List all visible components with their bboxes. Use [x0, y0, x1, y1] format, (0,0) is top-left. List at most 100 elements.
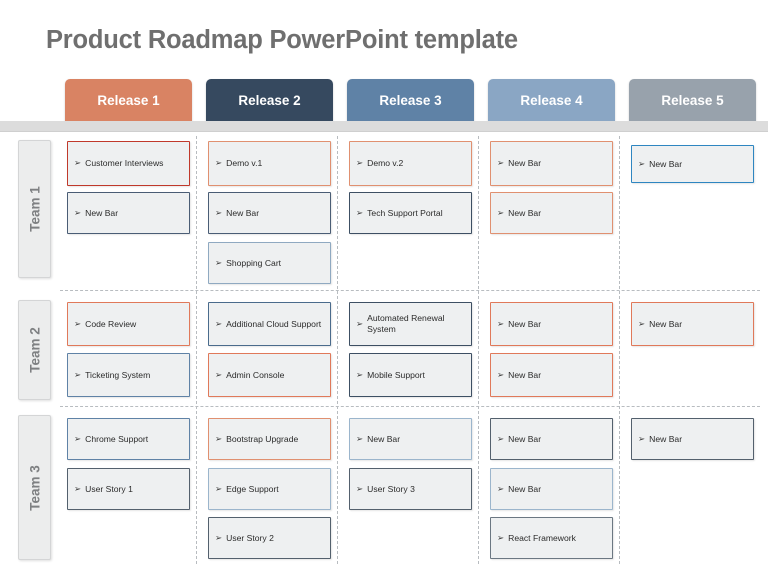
- task-bar-label: New Bar: [508, 369, 542, 380]
- arrow-bullet-icon: ➢: [356, 369, 364, 380]
- team-label-3: Team 3: [18, 415, 51, 560]
- task-bar[interactable]: ➢ User Story 2: [208, 517, 331, 559]
- team-label-text: Team 2: [27, 327, 42, 373]
- arrow-bullet-icon: ➢: [74, 483, 82, 494]
- column-separator-2: [337, 136, 338, 564]
- task-bar-label: Tech Support Portal: [367, 207, 443, 218]
- arrow-bullet-icon: ➢: [497, 207, 505, 218]
- task-bar[interactable]: ➢ Code Review: [67, 302, 190, 346]
- arrow-bullet-icon: ➢: [215, 318, 223, 329]
- task-bar[interactable]: ➢ New Bar: [490, 141, 613, 186]
- arrow-bullet-icon: ➢: [215, 157, 223, 168]
- arrow-bullet-icon: ➢: [215, 257, 223, 268]
- task-bar-label: New Bar: [649, 158, 683, 169]
- task-bar[interactable]: ➢ Tech Support Portal: [349, 192, 472, 234]
- arrow-bullet-icon: ➢: [215, 207, 223, 218]
- task-bar-label: Ticketing System: [85, 369, 151, 380]
- task-bar[interactable]: ➢ New Bar: [490, 353, 613, 397]
- arrow-bullet-icon: ➢: [497, 532, 505, 543]
- arrow-bullet-icon: ➢: [215, 532, 223, 543]
- roadmap-slide: Product Roadmap PowerPoint template Rele…: [0, 0, 768, 576]
- arrow-bullet-icon: ➢: [74, 318, 82, 329]
- arrow-bullet-icon: ➢: [356, 318, 364, 329]
- task-bar[interactable]: ➢ React Framework: [490, 517, 613, 559]
- task-bar[interactable]: ➢ New Bar: [631, 302, 754, 346]
- arrow-bullet-icon: ➢: [356, 433, 364, 444]
- task-bar-label: Edge Support: [226, 483, 279, 494]
- task-bar-label: Chrome Support: [85, 433, 149, 444]
- row-separator-1: [60, 290, 760, 291]
- team-label-1: Team 1: [18, 140, 51, 278]
- task-bar[interactable]: ➢ New Bar: [67, 192, 190, 234]
- team-label-text: Team 3: [27, 464, 42, 511]
- arrow-bullet-icon: ➢: [74, 207, 82, 218]
- task-bar[interactable]: ➢ Edge Support: [208, 468, 331, 510]
- arrow-bullet-icon: ➢: [638, 158, 646, 169]
- arrow-bullet-icon: ➢: [497, 157, 505, 168]
- task-bar[interactable]: ➢ New Bar: [631, 418, 754, 460]
- roadmap-grid: Team 1 Team 2 Team 3 ➢ Customer Interviews ➢ N…: [0, 0, 768, 576]
- task-bar[interactable]: ➢ Chrome Support: [67, 418, 190, 460]
- arrow-bullet-icon: ➢: [74, 157, 82, 168]
- arrow-bullet-icon: ➢: [638, 433, 646, 444]
- task-bar[interactable]: ➢ User Story 1: [67, 468, 190, 510]
- arrow-bullet-icon: ➢: [497, 433, 505, 444]
- task-bar[interactable]: ➢ Mobile Support: [349, 353, 472, 397]
- task-bar-label: Mobile Support: [367, 369, 425, 380]
- task-bar-label: Admin Console: [226, 369, 285, 380]
- task-bar[interactable]: ➢ User Story 3: [349, 468, 472, 510]
- task-bar[interactable]: ➢ Shopping Cart: [208, 242, 331, 284]
- task-bar[interactable]: ➢ New Bar: [490, 192, 613, 234]
- task-bar[interactable]: ➢ Additional Cloud Support: [208, 302, 331, 346]
- task-bar-label: User Story 3: [367, 483, 415, 494]
- arrow-bullet-icon: ➢: [497, 369, 505, 380]
- task-bar-label: New Bar: [649, 318, 683, 329]
- arrow-bullet-icon: ➢: [356, 483, 364, 494]
- task-bar-label: Additional Cloud Support: [226, 318, 322, 329]
- task-bar[interactable]: ➢ Bootstrap Upgrade: [208, 418, 331, 460]
- column-separator-3: [478, 136, 479, 564]
- task-bar-label: New Bar: [85, 207, 119, 218]
- task-bar[interactable]: ➢ Ticketing System: [67, 353, 190, 397]
- task-bar-label: New Bar: [508, 433, 542, 444]
- task-bar[interactable]: ➢ New Bar: [349, 418, 472, 460]
- arrow-bullet-icon: ➢: [497, 483, 505, 494]
- task-bar-label: Customer Interviews: [85, 158, 164, 169]
- task-bar-label: New Bar: [649, 433, 683, 444]
- arrow-bullet-icon: ➢: [215, 369, 223, 380]
- team-label-text: Team 1: [27, 186, 42, 232]
- arrow-bullet-icon: ➢: [74, 369, 82, 380]
- column-separator-1: [196, 136, 197, 564]
- arrow-bullet-icon: ➢: [497, 318, 505, 329]
- task-bar[interactable]: ➢ New Bar: [490, 468, 613, 510]
- task-bar-label: User Story 1: [85, 483, 133, 494]
- task-bar-label: Code Review: [85, 318, 137, 329]
- task-bar-label: New Bar: [226, 207, 260, 218]
- task-bar-label: Demo v.1: [226, 158, 263, 169]
- task-bar[interactable]: ➢ Admin Console: [208, 353, 331, 397]
- column-separator-4: [619, 136, 620, 564]
- task-bar[interactable]: ➢ Demo v.2: [349, 141, 472, 186]
- task-bar-label: Shopping Cart: [226, 257, 282, 268]
- task-bar-label: Automated Renewal System: [367, 313, 445, 334]
- arrow-bullet-icon: ➢: [356, 157, 364, 168]
- task-bar[interactable]: ➢ New Bar: [631, 145, 754, 183]
- task-bar[interactable]: ➢ Demo v.1: [208, 141, 331, 186]
- task-bar-label: New Bar: [508, 318, 542, 329]
- arrow-bullet-icon: ➢: [215, 433, 223, 444]
- task-bar[interactable]: ➢ New Bar: [490, 418, 613, 460]
- row-separator-2: [60, 406, 760, 407]
- task-bar-label: User Story 2: [226, 532, 274, 543]
- task-bar[interactable]: ➢ Automated Renewal System: [349, 302, 472, 346]
- task-bar[interactable]: ➢ New Bar: [490, 302, 613, 346]
- task-bar-label: New Bar: [508, 207, 542, 218]
- task-bar-label: New Bar: [367, 433, 401, 444]
- task-bar-label: New Bar: [508, 483, 542, 494]
- arrow-bullet-icon: ➢: [215, 483, 223, 494]
- task-bar[interactable]: ➢ Customer Interviews: [67, 141, 190, 186]
- task-bar[interactable]: ➢ New Bar: [208, 192, 331, 234]
- arrow-bullet-icon: ➢: [74, 433, 82, 444]
- arrow-bullet-icon: ➢: [356, 207, 364, 218]
- arrow-bullet-icon: ➢: [638, 318, 646, 329]
- task-bar-label: React Framework: [508, 532, 576, 543]
